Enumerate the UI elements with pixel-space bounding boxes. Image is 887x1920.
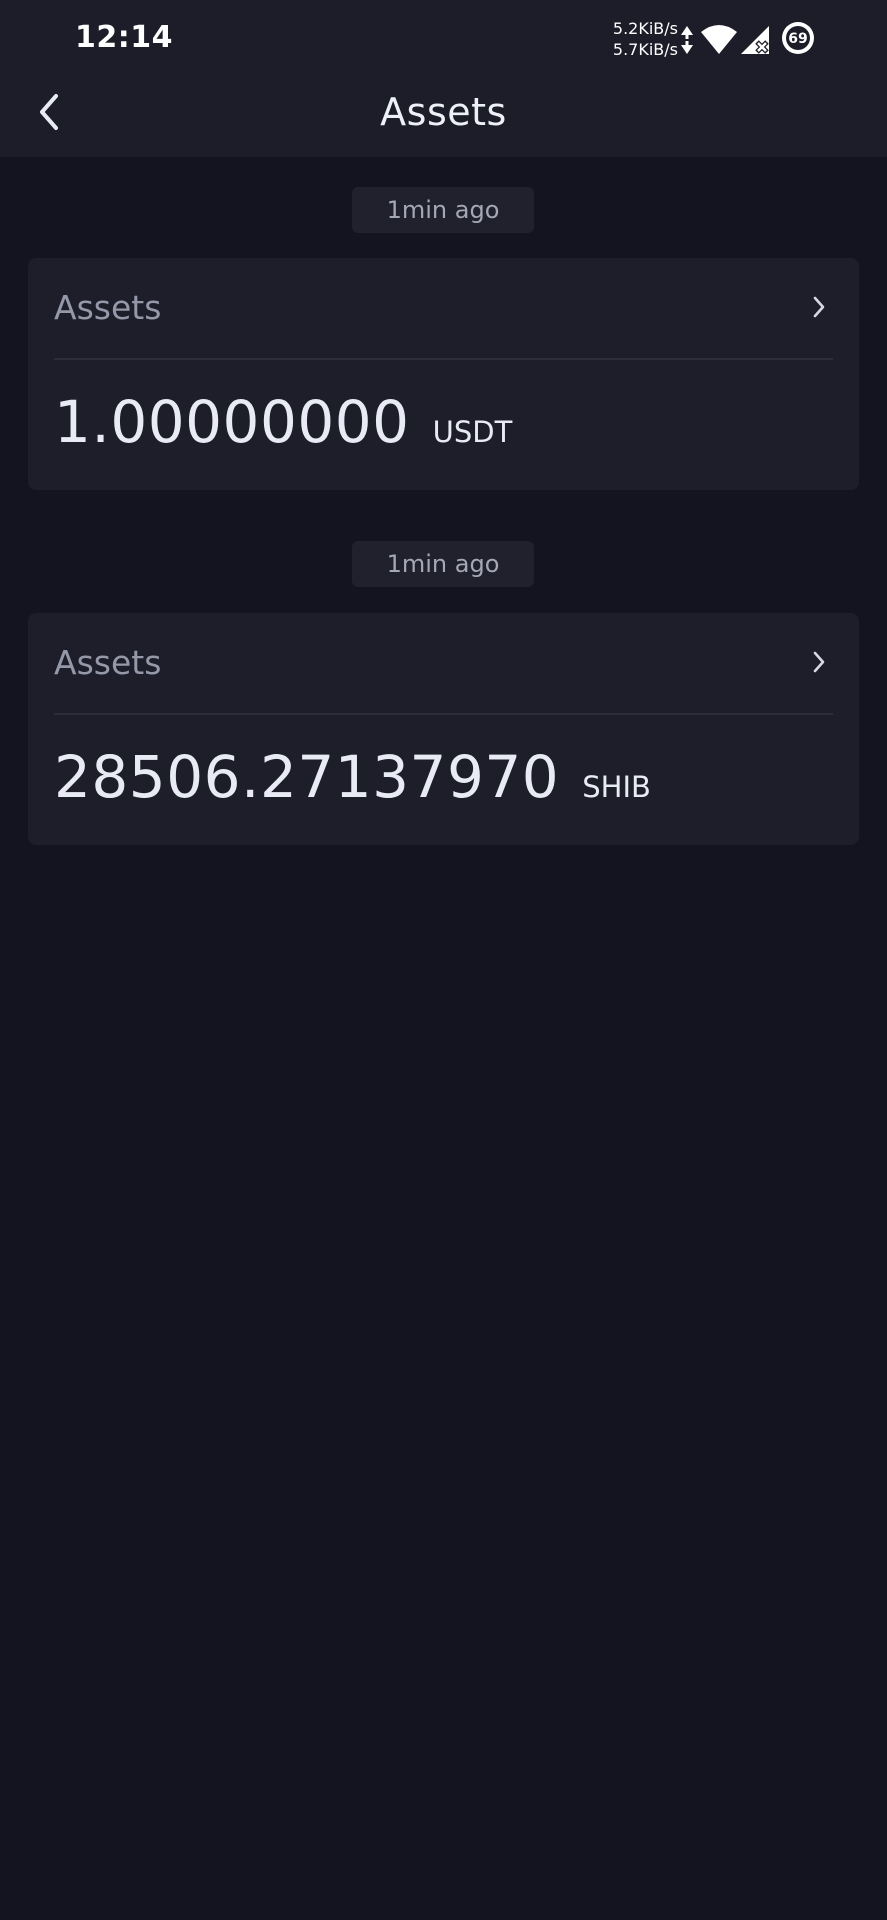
asset-card-label: Assets — [54, 643, 162, 682]
upload-speed: 5.2KiB/s — [612, 19, 678, 38]
app-bar: Assets — [0, 80, 887, 157]
asset-unit: USDT — [432, 415, 513, 449]
status-time: 12:14 — [75, 20, 173, 55]
cellular-signal-no-service-icon — [741, 26, 769, 54]
asset-amount: 1.00000000 — [54, 388, 410, 456]
network-activity-icon — [681, 26, 693, 54]
wifi-icon — [701, 25, 737, 54]
battery-icon: 69 — [782, 22, 814, 54]
asset-card-header[interactable]: Assets — [28, 258, 859, 358]
top-bar: 12:14 5.2KiB/s 5.7KiB/s 69 Assets — [0, 0, 887, 157]
asset-amount: 28506.27137970 — [54, 743, 560, 811]
asset-card-header[interactable]: Assets — [28, 613, 859, 713]
download-speed: 5.7KiB/s — [612, 40, 678, 59]
page-title: Assets — [380, 90, 507, 134]
chevron-right-icon — [813, 296, 825, 318]
battery-level: 69 — [788, 31, 807, 47]
asset-card-label: Assets — [54, 288, 162, 327]
asset-amount-row: 1.00000000 USDT — [54, 388, 512, 458]
chevron-right-icon — [813, 651, 825, 673]
timestamp-chip: 1min ago — [352, 541, 534, 587]
asset-card: Assets 28506.27137970 SHIB — [28, 613, 859, 845]
divider — [54, 713, 833, 715]
status-bar: 12:14 5.2KiB/s 5.7KiB/s 69 — [0, 0, 887, 80]
asset-card: Assets 1.00000000 USDT — [28, 258, 859, 490]
asset-unit: SHIB — [582, 770, 651, 804]
asset-amount-row: 28506.27137970 SHIB — [54, 743, 651, 813]
network-speed: 5.2KiB/s 5.7KiB/s — [600, 18, 678, 60]
divider — [54, 358, 833, 360]
timestamp-chip: 1min ago — [352, 187, 534, 233]
